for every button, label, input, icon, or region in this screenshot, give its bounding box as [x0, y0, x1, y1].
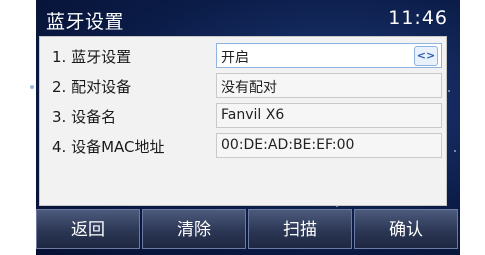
device-name-label: 3. 设备名 [52, 108, 117, 126]
background-star [448, 90, 450, 92]
phone-screen: 蓝牙设置 11:46 1. 蓝牙设置 开启 <> 2. 配对设备 没有配对 3.… [36, 0, 460, 255]
paired-devices-field[interactable]: 没有配对 [216, 73, 442, 98]
bluetooth-setting-label: 1. 蓝牙设置 [52, 48, 132, 66]
list-item-bluetooth[interactable]: 1. 蓝牙设置 开启 <> [40, 41, 446, 71]
clear-softkey[interactable]: 清除 [142, 209, 246, 249]
clock: 11:46 [388, 7, 448, 29]
bluetooth-select-value: 开启 [221, 50, 249, 66]
list-item-mac-address[interactable]: 4. 设备MAC地址 00:DE:AD:BE:EF:00 [40, 131, 446, 161]
device-name-value: Fanvil X6 [221, 107, 285, 123]
side-indicator-dot [30, 85, 34, 89]
paired-devices-value: 没有配对 [221, 80, 277, 96]
page-title: 蓝牙设置 [46, 11, 125, 33]
back-softkey[interactable]: 返回 [36, 209, 140, 249]
mac-address-field[interactable]: 00:DE:AD:BE:EF:00 [216, 133, 442, 158]
device-name-field[interactable]: Fanvil X6 [216, 103, 442, 128]
settings-list: 1. 蓝牙设置 开启 <> 2. 配对设备 没有配对 3. 设备名 Fanvil… [39, 36, 447, 206]
paired-devices-label: 2. 配对设备 [52, 78, 132, 96]
status-bar: 蓝牙设置 11:46 [36, 0, 460, 36]
mac-address-value: 00:DE:AD:BE:EF:00 [221, 137, 355, 153]
scan-softkey[interactable]: 扫描 [248, 209, 352, 249]
mac-address-label: 4. 设备MAC地址 [52, 138, 165, 156]
left-right-arrows-icon[interactable]: <> [414, 46, 438, 66]
list-item-device-name[interactable]: 3. 设备名 Fanvil X6 [40, 101, 446, 131]
background-star [454, 150, 456, 152]
list-item-paired-devices[interactable]: 2. 配对设备 没有配对 [40, 71, 446, 101]
confirm-softkey[interactable]: 确认 [354, 209, 458, 249]
bluetooth-select[interactable]: 开启 <> [216, 43, 442, 68]
softkey-bar: 返回 清除 扫描 确认 [36, 209, 460, 255]
